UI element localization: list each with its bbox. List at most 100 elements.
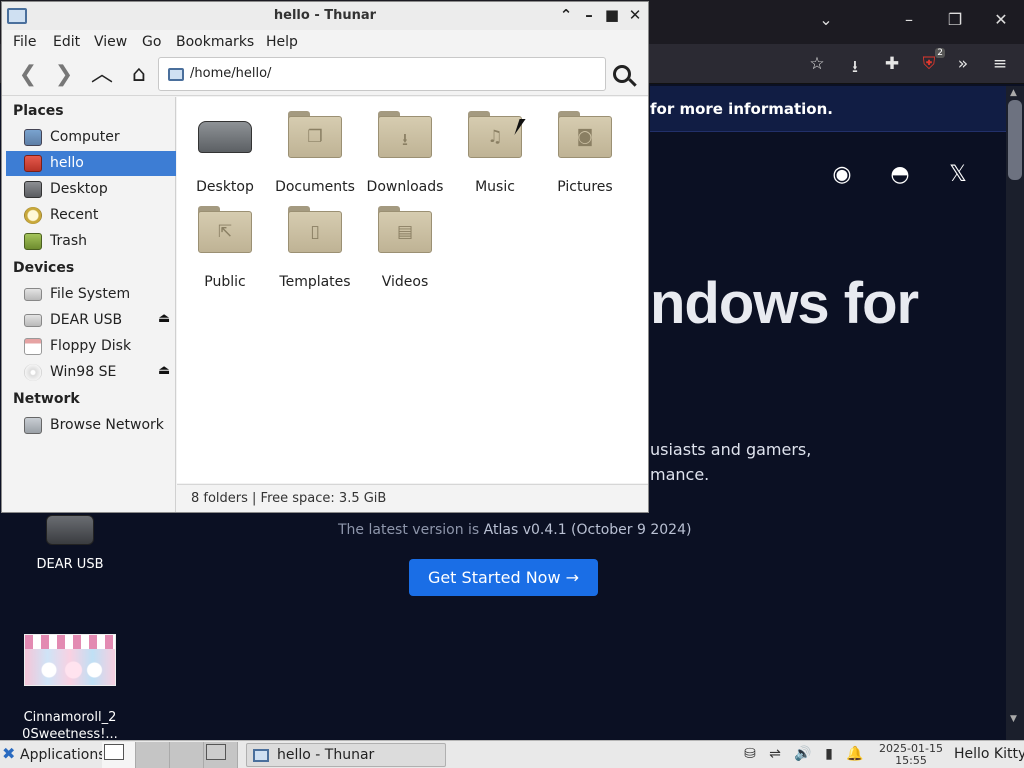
arrow-right-icon: → [565, 568, 580, 587]
eject-icon[interactable]: ⏏ [158, 311, 170, 326]
scroll-up-icon[interactable]: ▲ [1010, 88, 1020, 98]
menu-go[interactable]: Go [142, 34, 161, 50]
folder-item-downloads[interactable]: ⭳ Downloads [360, 111, 450, 195]
network-tray-icon[interactable]: ⇌ [765, 746, 785, 762]
template-glyph-icon: ▯ [310, 222, 320, 242]
hamburger-menu-icon[interactable]: ≡ [988, 54, 1012, 76]
toolbar: ❮ ❯ ︿ ⌂ /home/hello/ [2, 54, 648, 96]
menu-bookmarks[interactable]: Bookmarks [176, 34, 254, 50]
menu-edit[interactable]: Edit [53, 34, 80, 50]
trash-icon [24, 233, 42, 250]
shade-button[interactable]: ⌃ [556, 6, 576, 26]
workspace-1[interactable] [102, 742, 136, 768]
folder-item-documents[interactable]: ❐ Documents [270, 111, 360, 195]
desktop-folder-icon [196, 111, 254, 159]
home-folder-icon [24, 155, 42, 172]
image-thumbnail-icon [24, 634, 116, 686]
scroll-down-icon[interactable]: ▼ [1010, 714, 1020, 724]
menu-bar: File Edit View Go Bookmarks Help [2, 30, 648, 54]
taskbar: ✖ Applications hello - Thunar ⛁ ⇌ 🔊 ▮ 🔔 … [0, 740, 1024, 768]
volume-icon[interactable]: 🔊 [793, 746, 813, 762]
desktop-icon-dear-usb[interactable]: DEAR USB [20, 515, 120, 572]
hero-heading: ndows for [650, 271, 919, 336]
user-menu[interactable]: Hello Kitty [954, 746, 1024, 762]
parent-folder-icon[interactable]: ︿ [88, 62, 116, 90]
menu-help[interactable]: Help [266, 34, 298, 50]
minimize-button[interactable]: – [579, 6, 599, 26]
title-bar[interactable]: hello - Thunar ⌃ – ■ ✕ [2, 2, 648, 30]
folder-label: Desktop [196, 179, 254, 195]
sidebar-item-browse-network[interactable]: Browse Network [6, 413, 176, 438]
removable-drive-icon[interactable]: ⛁ [740, 746, 760, 762]
sidebar-item-label: Computer [50, 129, 120, 145]
restore-button[interactable]: ❐ [943, 10, 967, 29]
github-icon[interactable]: ◉ [827, 162, 857, 187]
battery-icon[interactable]: ▮ [819, 746, 839, 762]
desktop-folder-screen [198, 121, 252, 153]
location-path[interactable]: /home/hello/ [190, 66, 271, 81]
downloads-icon[interactable]: ⭳ [843, 54, 867, 77]
back-arrow-icon[interactable]: ❮ [14, 62, 42, 90]
get-started-button[interactable]: Get Started Now → [409, 559, 598, 596]
sidebar-item-hello[interactable]: hello [6, 151, 176, 176]
workspace-4[interactable] [204, 742, 238, 768]
sidebar-item-desktop[interactable]: Desktop [6, 177, 176, 202]
folder-item-music[interactable]: ♫ Music [450, 111, 540, 195]
workspace-window-icon [206, 744, 226, 760]
sidebar-item-label: File System [50, 286, 131, 302]
search-icon-handle [628, 78, 637, 87]
sidebar-item-computer[interactable]: Computer [6, 125, 176, 150]
sidebar-item-trash[interactable]: Trash [6, 229, 176, 254]
folder-label: Templates [279, 274, 351, 290]
videos-folder-icon: ▤ [378, 206, 432, 254]
bookmark-star-icon[interactable]: ☆ [805, 54, 829, 76]
sidebar-item-floppy-disk[interactable]: Floppy Disk [6, 334, 176, 359]
folder-label: Downloads [366, 179, 444, 195]
minimize-button[interactable]: – [897, 10, 921, 29]
notice-banner: for more information. [650, 86, 1010, 132]
forward-arrow-icon[interactable]: ❯ [50, 62, 78, 90]
close-button[interactable]: ✕ [989, 10, 1013, 29]
clock[interactable]: 2025-01-15 15:55 [872, 743, 950, 767]
sidebar-item-file-system[interactable]: File System [6, 282, 176, 307]
workspace-3[interactable] [170, 742, 204, 768]
file-view[interactable]: Desktop ❐ Documents ⭳ Downloads ♫ Music … [177, 97, 648, 483]
desktop-icon-cinnamoroll[interactable]: Cinnamoroll_2 0Sweetness!... [20, 617, 120, 743]
notification-bell-icon[interactable]: 🔔 [845, 746, 865, 762]
home-icon[interactable]: ⌂ [125, 62, 153, 90]
menu-view[interactable]: View [94, 34, 127, 50]
list-all-tabs-icon[interactable]: ⌄ [814, 10, 838, 29]
pictures-folder-icon: ◙ [558, 111, 612, 159]
extensions-icon[interactable]: ✚ [880, 54, 904, 76]
eject-icon[interactable]: ⏏ [158, 363, 170, 378]
overflow-menu-icon[interactable]: » [951, 54, 975, 76]
version-value[interactable]: Atlas v0.4.1 (October 9 2024) [484, 522, 692, 538]
search-button[interactable] [610, 62, 638, 90]
maximize-button[interactable]: ■ [602, 6, 622, 26]
task-button-thunar[interactable]: hello - Thunar [246, 743, 446, 767]
discord-icon[interactable]: ◓ [885, 162, 915, 187]
scrollbar-thumb[interactable] [1008, 100, 1022, 180]
folder-item-desktop[interactable]: Desktop [180, 111, 270, 195]
sidebar: Places Computer hello Desktop Recent Tra… [2, 97, 176, 512]
location-bar[interactable]: /home/hello/ [158, 57, 606, 91]
sidebar-item-dear-usb[interactable]: DEAR USB ⏏ [6, 308, 176, 333]
downloads-folder-icon: ⭳ [378, 111, 432, 159]
floppy-icon [24, 338, 42, 355]
folder-item-pictures[interactable]: ◙ Pictures [540, 111, 630, 195]
sidebar-item-win98-se[interactable]: Win98 SE ⏏ [6, 360, 176, 385]
close-button[interactable]: ✕ [625, 6, 645, 26]
menu-file[interactable]: File [13, 34, 36, 50]
ublock-icon[interactable]: ⛨ 2 [917, 48, 945, 76]
browser-scrollbar[interactable]: ▲ ▼ [1006, 86, 1024, 740]
folder-item-templates[interactable]: ▯ Templates [270, 206, 360, 290]
sidebar-item-recent[interactable]: Recent [6, 203, 176, 228]
computer-icon [24, 129, 42, 146]
workspace-2[interactable] [136, 742, 170, 768]
music-folder-icon: ♫ [468, 111, 522, 159]
network-icon [24, 417, 42, 434]
x-icon[interactable]: 𝕏 [943, 162, 973, 187]
folder-item-videos[interactable]: ▤ Videos [360, 206, 450, 290]
folder-item-public[interactable]: ⇱ Public [180, 206, 270, 290]
document-glyph-icon: ❐ [307, 127, 323, 147]
